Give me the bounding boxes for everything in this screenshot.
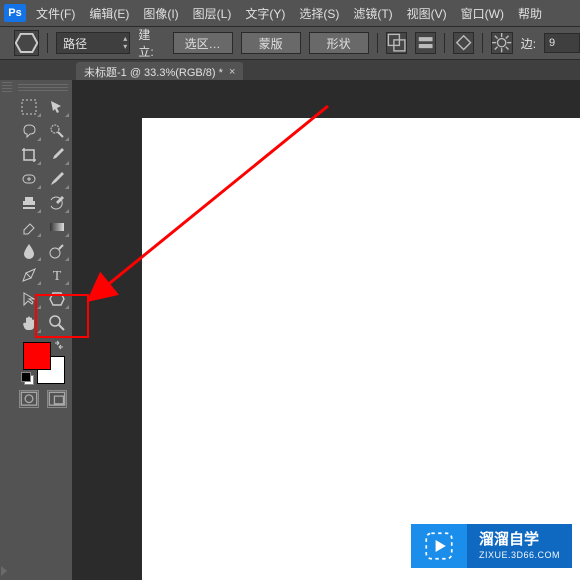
menu-file[interactable]: 文件(F)	[36, 5, 75, 22]
close-icon[interactable]: ×	[229, 66, 235, 78]
zoom-tool[interactable]	[44, 312, 70, 334]
menu-filter[interactable]: 滤镜(T)	[353, 5, 392, 22]
make-shape-button[interactable]: 形状	[309, 32, 369, 54]
polygon-shape-tool[interactable]	[44, 288, 70, 310]
shape-mode-dropdown[interactable]: 路径 ▴▾	[56, 32, 130, 54]
menu-layer[interactable]: 图层(L)	[193, 5, 232, 22]
path-combine-icon[interactable]	[386, 32, 407, 54]
workspace: T	[0, 80, 580, 580]
path-arrange-icon[interactable]	[453, 32, 474, 54]
menu-image[interactable]: 图像(I)	[143, 5, 178, 22]
flyout-icon[interactable]	[1, 566, 7, 576]
tool-settings-icon[interactable]	[491, 32, 512, 54]
eyedropper-tool[interactable]	[44, 144, 70, 166]
gradient-tool[interactable]	[44, 216, 70, 238]
make-mask-button[interactable]: 蒙版	[241, 32, 301, 54]
standard-mode-icon[interactable]	[19, 390, 39, 408]
eraser-tool[interactable]	[16, 216, 42, 238]
grip-icon[interactable]	[2, 82, 12, 92]
default-colors-icon[interactable]	[21, 372, 33, 384]
pen-tool[interactable]	[16, 264, 42, 286]
sides-label: 边:	[521, 35, 536, 52]
chevron-updown-icon: ▴▾	[123, 35, 127, 51]
healing-brush-tool[interactable]	[16, 168, 42, 190]
watermark-play-icon	[411, 524, 467, 568]
color-swatches	[21, 340, 65, 384]
move-tool[interactable]	[44, 96, 70, 118]
document-tab-title: 未标题-1 @ 33.3%(RGB/8) *	[84, 64, 223, 80]
separator	[47, 33, 48, 53]
history-brush-tool[interactable]	[44, 192, 70, 214]
menu-window[interactable]: 窗口(W)	[461, 5, 504, 22]
grip-icon[interactable]	[18, 84, 68, 92]
make-selection-button[interactable]: 选区…	[173, 32, 233, 54]
watermark: 溜溜自学 ZIXUE.3D66.COM	[411, 524, 572, 568]
separator	[482, 33, 483, 53]
document-canvas[interactable]	[142, 118, 580, 580]
path-align-icon[interactable]	[415, 32, 436, 54]
menu-view[interactable]: 视图(V)	[407, 5, 447, 22]
watermark-subtitle: ZIXUE.3D66.COM	[479, 549, 560, 561]
gear-icon	[492, 33, 511, 52]
path-select-tool[interactable]	[16, 288, 42, 310]
watermark-title: 溜溜自学	[479, 531, 560, 549]
type-tool[interactable]: T	[44, 264, 70, 286]
lasso-tool[interactable]	[16, 120, 42, 142]
watermark-text: 溜溜自学 ZIXUE.3D66.COM	[467, 524, 572, 568]
menu-select[interactable]: 选择(S)	[299, 5, 339, 22]
quick-select-tool[interactable]	[44, 120, 70, 142]
screen-mode-icon[interactable]	[47, 390, 67, 408]
clone-stamp-tool[interactable]	[16, 192, 42, 214]
options-bar: 路径 ▴▾ 建立: 选区… 蒙版 形状 边:	[0, 26, 580, 60]
svg-text:T: T	[53, 269, 62, 284]
document-tab[interactable]: 未标题-1 @ 33.3%(RGB/8) * ×	[76, 62, 243, 82]
menu-bar: Ps 文件(F) 编辑(E) 图像(I) 图层(L) 文字(Y) 选择(S) 滤…	[0, 0, 580, 26]
menu-help[interactable]: 帮助	[518, 5, 542, 22]
panel-strip	[0, 80, 14, 580]
dodge-tool[interactable]	[44, 240, 70, 262]
marquee-tool[interactable]	[16, 96, 42, 118]
hexagon-icon	[15, 33, 38, 53]
app-logo: Ps	[4, 4, 26, 22]
swap-colors-icon[interactable]	[53, 338, 65, 350]
document-tab-bar: 未标题-1 @ 33.3%(RGB/8) * ×	[0, 60, 580, 82]
hexagon-icon	[48, 290, 66, 308]
foreground-color-swatch[interactable]	[23, 342, 51, 370]
brush-tool[interactable]	[44, 168, 70, 190]
canvas-area[interactable]	[72, 80, 580, 580]
separator	[377, 33, 378, 53]
toolbox: T	[14, 80, 73, 580]
menu-type[interactable]: 文字(Y)	[245, 5, 285, 22]
menu-edit[interactable]: 编辑(E)	[89, 5, 129, 22]
blur-tool[interactable]	[16, 240, 42, 262]
make-label: 建立:	[138, 26, 164, 60]
shape-mode-value: 路径	[63, 35, 87, 52]
hand-tool[interactable]	[16, 312, 42, 334]
crop-tool[interactable]	[16, 144, 42, 166]
sides-input[interactable]	[544, 33, 580, 53]
current-tool-icon[interactable]	[14, 30, 39, 56]
separator	[444, 33, 445, 53]
